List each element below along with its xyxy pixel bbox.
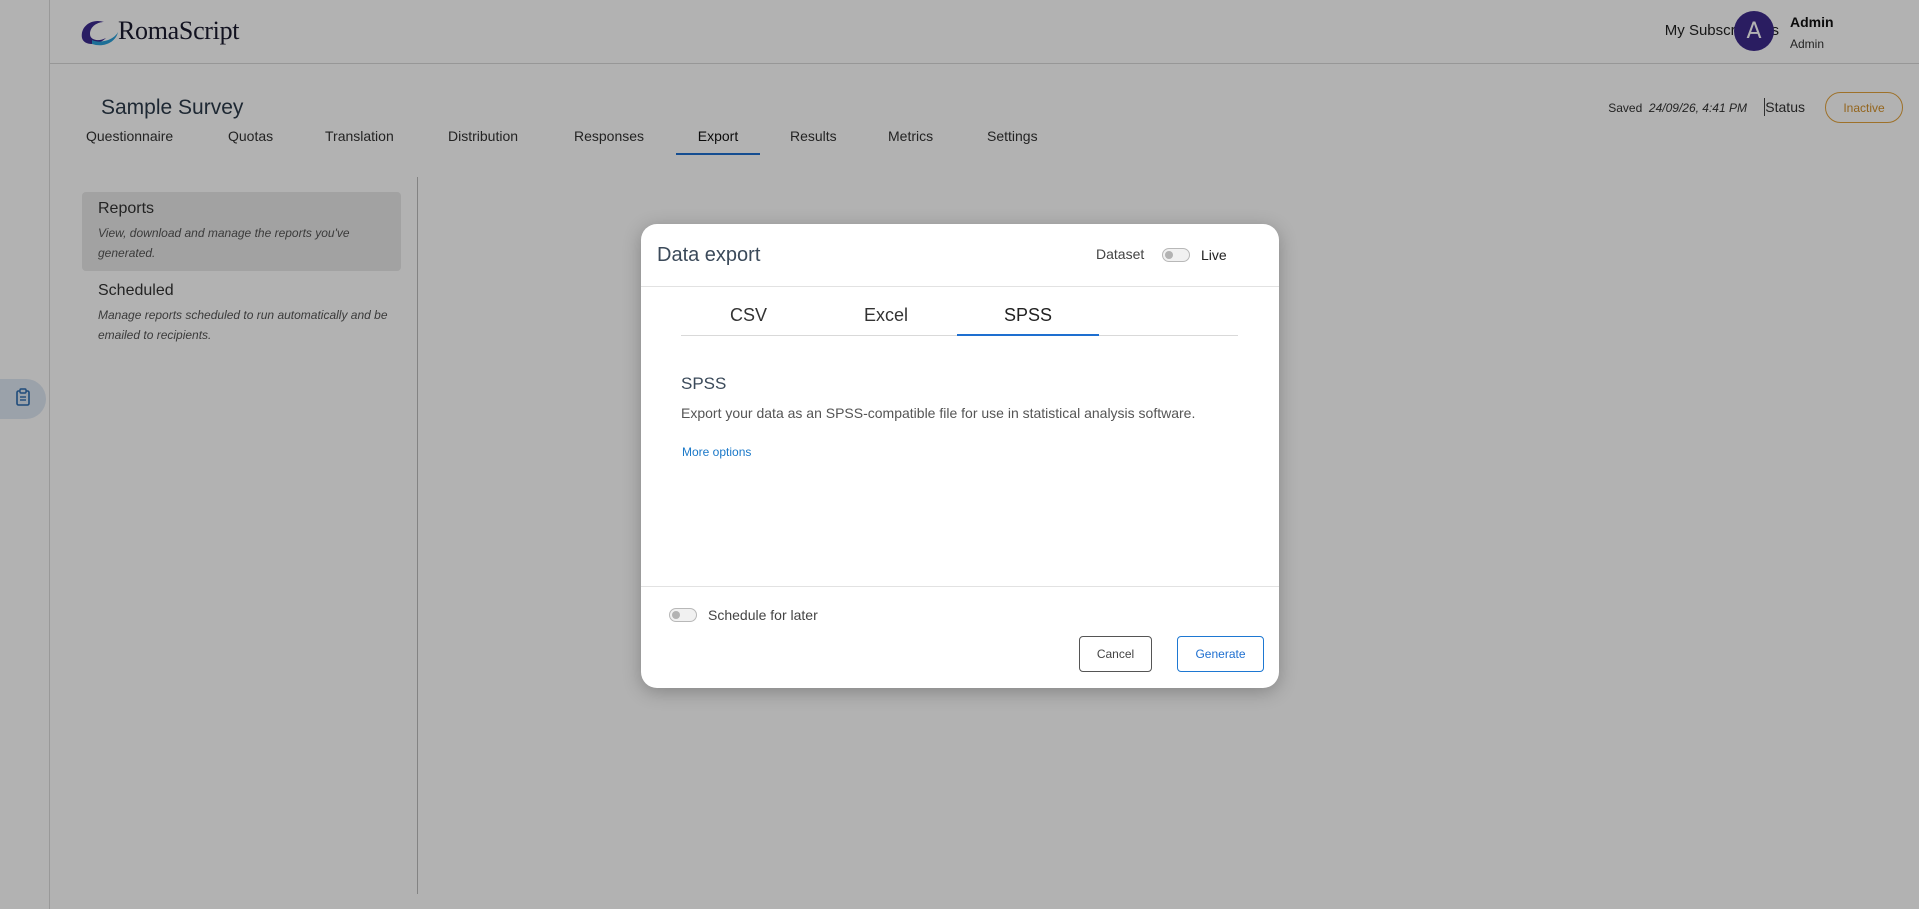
schedule-label: Schedule for later bbox=[708, 607, 818, 623]
dialog-title: Data export bbox=[657, 244, 761, 266]
dataset-toggle[interactable] bbox=[1162, 248, 1190, 262]
format-tabs: CSV Excel SPSS bbox=[681, 304, 1238, 336]
tab-csv[interactable]: CSV bbox=[681, 304, 816, 336]
tab-excel[interactable]: Excel bbox=[816, 304, 956, 336]
schedule-toggle[interactable] bbox=[669, 608, 697, 622]
dataset-label: Dataset bbox=[1096, 246, 1145, 262]
dataset-value: Live bbox=[1201, 247, 1227, 263]
data-export-dialog: Data export Dataset Live CSV Excel SPSS … bbox=[641, 224, 1279, 688]
section-description: Export your data as an SPSS-compatible f… bbox=[681, 405, 1196, 421]
more-options-link[interactable]: More options bbox=[682, 445, 751, 459]
generate-button[interactable]: Generate bbox=[1177, 636, 1264, 672]
section-title: SPSS bbox=[681, 374, 727, 393]
divider bbox=[641, 286, 1279, 287]
tab-spss[interactable]: SPSS bbox=[957, 304, 1099, 336]
cancel-button[interactable]: Cancel bbox=[1079, 636, 1152, 672]
divider bbox=[641, 586, 1279, 587]
